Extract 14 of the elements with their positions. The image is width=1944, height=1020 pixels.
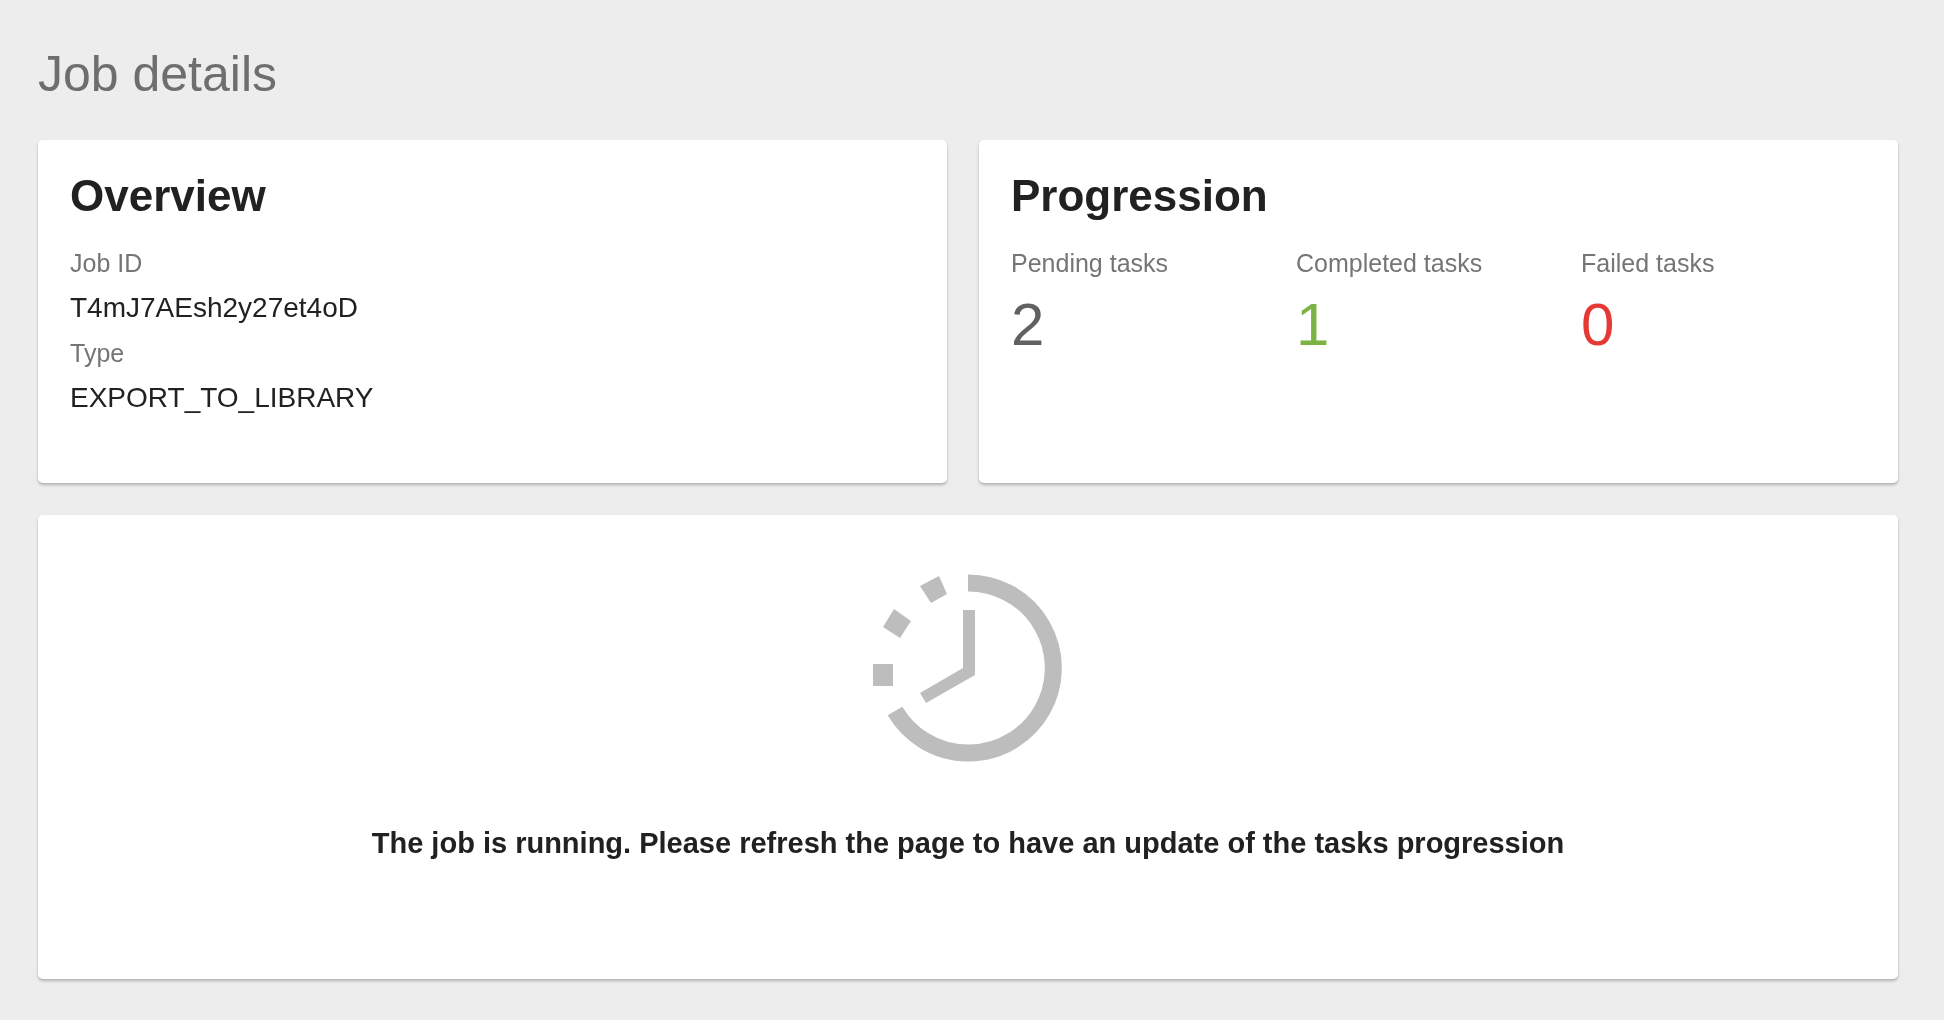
card-title: Progression — [1011, 170, 1269, 222]
field-label: Job ID — [70, 248, 144, 278]
stat-label: Pending tasks — [1011, 248, 1170, 278]
stat-count: 1 — [1296, 290, 1331, 360]
field-label: Type — [70, 338, 126, 368]
field-value: EXPORT_TO_LIBRARY — [70, 381, 375, 415]
stat-label: Failed tasks — [1581, 248, 1716, 278]
stat-label: Completed tasks — [1296, 248, 1484, 278]
page-title: Job details — [38, 45, 279, 104]
stat-count: 0 — [1581, 290, 1616, 360]
status-message: The job is running. Please refresh the page to have an update of the tasks progression — [371, 827, 1565, 860]
card-title: Overview — [70, 170, 267, 222]
stat-count: 2 — [1011, 290, 1046, 360]
field-value: T4mJ7AEsh2y27et4oD — [70, 291, 359, 325]
